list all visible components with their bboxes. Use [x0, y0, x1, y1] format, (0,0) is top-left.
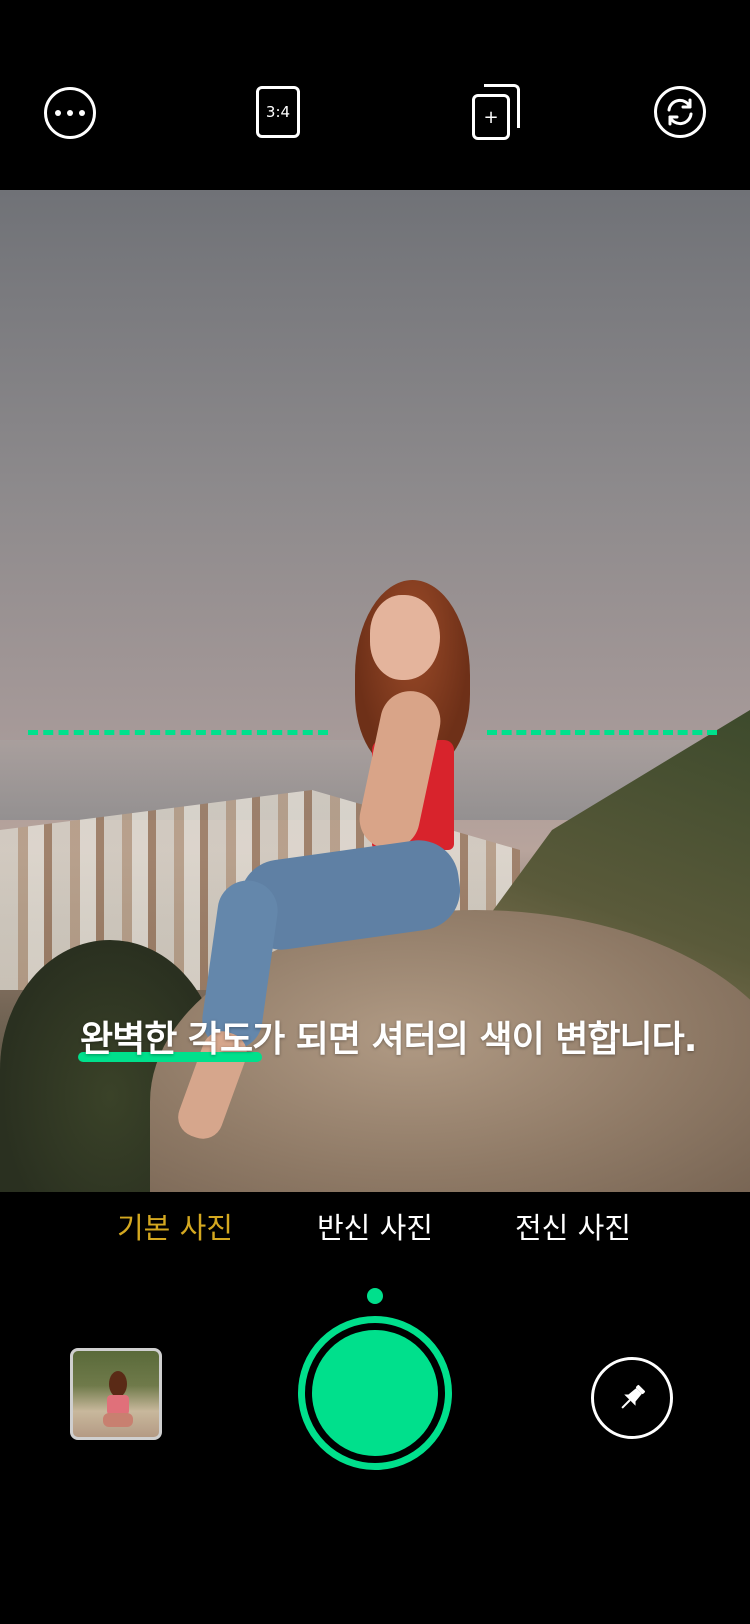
shutter-inner — [312, 1330, 438, 1456]
top-toolbar: 3:4 + — [0, 0, 750, 190]
add-frame-front: + — [472, 94, 510, 140]
camera-flip-button[interactable] — [654, 86, 706, 138]
pin-icon — [621, 1384, 646, 1409]
shutter-ready-indicator — [367, 1288, 383, 1304]
add-frame-button[interactable]: + — [472, 84, 520, 140]
shutter-button[interactable] — [298, 1316, 452, 1470]
mode-full-body[interactable]: 전신 사진 — [515, 1205, 631, 1247]
aspect-ratio-label: 3:4 — [265, 103, 291, 121]
photo-mode-selector: 기본 사진 반신 사진 전신 사진 — [0, 1205, 750, 1255]
pin-button[interactable] — [591, 1357, 673, 1439]
thumb-body — [107, 1395, 129, 1415]
level-guide-right — [487, 730, 717, 735]
more-dot — [79, 110, 85, 116]
camera-flip-icon — [667, 98, 693, 126]
more-options-button[interactable] — [44, 87, 96, 139]
aspect-ratio-button[interactable]: 3:4 — [256, 86, 300, 138]
thumb-hair — [109, 1371, 127, 1397]
gallery-thumbnail[interactable] — [70, 1348, 162, 1440]
subject-face — [370, 595, 440, 680]
more-dot — [67, 110, 73, 116]
angle-hint-text: 완벽한 각도가 되면 셔터의 색이 변합니다. — [80, 1019, 697, 1060]
mode-half-body[interactable]: 반신 사진 — [317, 1205, 433, 1247]
mode-basic[interactable]: 기본 사진 — [117, 1205, 233, 1247]
thumbnail-subject — [103, 1371, 133, 1431]
camera-viewfinder[interactable]: 완벽한 각도가 되면 셔터의 색이 변합니다. — [0, 190, 750, 1192]
level-guide-left — [28, 730, 328, 735]
more-horizontal-icon — [55, 110, 61, 116]
thumb-legs — [103, 1413, 133, 1427]
plus-icon: + — [483, 106, 499, 128]
